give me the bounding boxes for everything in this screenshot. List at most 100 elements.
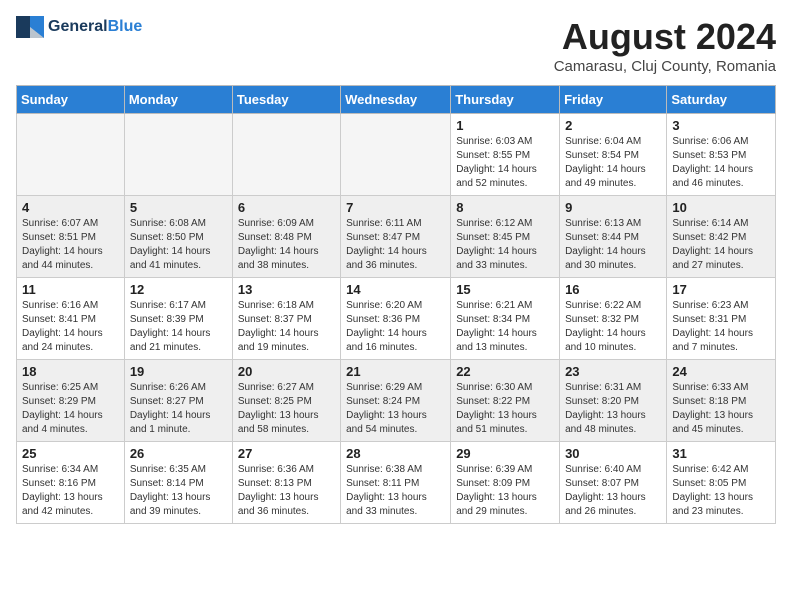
calendar-cell: 20 Sunrise: 6:27 AM Sunset: 8:25 PM Dayli… xyxy=(232,360,340,442)
cell-date-number: 6 xyxy=(238,200,335,215)
calendar-cell xyxy=(232,114,340,196)
calendar-cell: 25 Sunrise: 6:34 AM Sunset: 8:16 PM Dayli… xyxy=(17,442,125,524)
calendar-cell: 12 Sunrise: 6:17 AM Sunset: 8:39 PM Dayli… xyxy=(124,278,232,360)
calendar-cell: 28Sunrise: 6:38 AM Sunset: 8:11 PM Dayli… xyxy=(341,442,451,524)
cell-info: Sunrise: 6:29 AM Sunset: 8:24 PM Dayligh… xyxy=(346,381,445,437)
day-header-sunday: Sunday xyxy=(17,86,125,114)
calendar-week-5: 25 Sunrise: 6:34 AM Sunset: 8:16 PM Dayli… xyxy=(17,442,776,524)
calendar-cell: 30Sunrise: 6:40 AM Sunset: 8:07 PM Dayli… xyxy=(560,442,667,524)
cell-date-number: 18 xyxy=(22,364,119,379)
cell-info: Sunrise: 6:06 AM Sunset: 8:53 PM Dayligh… xyxy=(672,135,770,191)
calendar-cell: 15 Sunrise: 6:21 AM Sunset: 8:34 PM Dayli… xyxy=(451,278,560,360)
calendar-cell: 14 Sunrise: 6:20 AM Sunset: 8:36 PM Dayli… xyxy=(341,278,451,360)
cell-date-number: 4 xyxy=(22,200,119,215)
cell-info: Sunrise: 6:38 AM Sunset: 8:11 PM Dayligh… xyxy=(346,463,445,519)
calendar-cell: 24Sunrise: 6:33 AM Sunset: 8:18 PM Dayli… xyxy=(667,360,776,442)
page-header: GeneralBlue August 2024 Camarasu, Cluj C… xyxy=(16,16,776,75)
day-header-thursday: Thursday xyxy=(451,86,560,114)
cell-date-number: 22 xyxy=(456,364,554,379)
calendar-cell: 23 Sunrise: 6:31 AM Sunset: 8:20 PM Dayli… xyxy=(560,360,667,442)
calendar-week-1: 1 Sunrise: 6:03 AM Sunset: 8:55 PM Daylig… xyxy=(17,114,776,196)
calendar-cell: 4 Sunrise: 6:07 AM Sunset: 8:51 PM Daylig… xyxy=(17,196,125,278)
cell-info: Sunrise: 6:17 AM Sunset: 8:39 PM Dayligh… xyxy=(130,299,227,355)
cell-date-number: 16 xyxy=(565,282,661,297)
cell-date-number: 19 xyxy=(130,364,227,379)
day-header-monday: Monday xyxy=(124,86,232,114)
location-subtitle: Camarasu, Cluj County, Romania xyxy=(554,58,776,75)
calendar-cell: 27 Sunrise: 6:36 AM Sunset: 8:13 PM Dayli… xyxy=(232,442,340,524)
cell-info: Sunrise: 6:27 AM Sunset: 8:25 PM Dayligh… xyxy=(238,381,335,437)
calendar-cell: 13 Sunrise: 6:18 AM Sunset: 8:37 PM Dayli… xyxy=(232,278,340,360)
cell-info: Sunrise: 6:18 AM Sunset: 8:37 PM Dayligh… xyxy=(238,299,335,355)
calendar-cell xyxy=(17,114,125,196)
cell-info: Sunrise: 6:40 AM Sunset: 8:07 PM Dayligh… xyxy=(565,463,661,519)
cell-info: Sunrise: 6:36 AM Sunset: 8:13 PM Dayligh… xyxy=(238,463,335,519)
calendar-cell: 3Sunrise: 6:06 AM Sunset: 8:53 PM Daylig… xyxy=(667,114,776,196)
cell-info: Sunrise: 6:20 AM Sunset: 8:36 PM Dayligh… xyxy=(346,299,445,355)
cell-date-number: 13 xyxy=(238,282,335,297)
cell-info: Sunrise: 6:07 AM Sunset: 8:51 PM Dayligh… xyxy=(22,217,119,273)
cell-info: Sunrise: 6:03 AM Sunset: 8:55 PM Dayligh… xyxy=(456,135,554,191)
cell-date-number: 10 xyxy=(672,200,770,215)
cell-date-number: 15 xyxy=(456,282,554,297)
cell-info: Sunrise: 6:12 AM Sunset: 8:45 PM Dayligh… xyxy=(456,217,554,273)
calendar-week-2: 4 Sunrise: 6:07 AM Sunset: 8:51 PM Daylig… xyxy=(17,196,776,278)
calendar-cell: 22Sunrise: 6:30 AM Sunset: 8:22 PM Dayli… xyxy=(451,360,560,442)
cell-date-number: 2 xyxy=(565,118,661,133)
cell-date-number: 5 xyxy=(130,200,227,215)
cell-info: Sunrise: 6:21 AM Sunset: 8:34 PM Dayligh… xyxy=(456,299,554,355)
cell-info: Sunrise: 6:09 AM Sunset: 8:48 PM Dayligh… xyxy=(238,217,335,273)
cell-date-number: 20 xyxy=(238,364,335,379)
logo-blue: Blue xyxy=(108,18,143,35)
cell-date-number: 23 xyxy=(565,364,661,379)
cell-info: Sunrise: 6:11 AM Sunset: 8:47 PM Dayligh… xyxy=(346,217,445,273)
calendar-cell: 1 Sunrise: 6:03 AM Sunset: 8:55 PM Daylig… xyxy=(451,114,560,196)
day-header-saturday: Saturday xyxy=(667,86,776,114)
cell-date-number: 31 xyxy=(672,446,770,461)
calendar-cell: 26 Sunrise: 6:35 AM Sunset: 8:14 PM Dayli… xyxy=(124,442,232,524)
cell-date-number: 14 xyxy=(346,282,445,297)
cell-info: Sunrise: 6:35 AM Sunset: 8:14 PM Dayligh… xyxy=(130,463,227,519)
cell-date-number: 7 xyxy=(346,200,445,215)
calendar-cell: 29 Sunrise: 6:39 AM Sunset: 8:09 PM Dayli… xyxy=(451,442,560,524)
cell-info: Sunrise: 6:26 AM Sunset: 8:27 PM Dayligh… xyxy=(130,381,227,437)
logo-general: General xyxy=(48,18,108,35)
cell-date-number: 17 xyxy=(672,282,770,297)
cell-info: Sunrise: 6:16 AM Sunset: 8:41 PM Dayligh… xyxy=(22,299,119,355)
cell-date-number: 8 xyxy=(456,200,554,215)
cell-date-number: 1 xyxy=(456,118,554,133)
calendar-cell xyxy=(341,114,451,196)
cell-info: Sunrise: 6:31 AM Sunset: 8:20 PM Dayligh… xyxy=(565,381,661,437)
day-header-wednesday: Wednesday xyxy=(341,86,451,114)
cell-info: Sunrise: 6:34 AM Sunset: 8:16 PM Dayligh… xyxy=(22,463,119,519)
calendar-cell: 21Sunrise: 6:29 AM Sunset: 8:24 PM Dayli… xyxy=(341,360,451,442)
cell-info: Sunrise: 6:14 AM Sunset: 8:42 PM Dayligh… xyxy=(672,217,770,273)
cell-info: Sunrise: 6:39 AM Sunset: 8:09 PM Dayligh… xyxy=(456,463,554,519)
cell-info: Sunrise: 6:25 AM Sunset: 8:29 PM Dayligh… xyxy=(22,381,119,437)
calendar-header-row: SundayMondayTuesdayWednesdayThursdayFrid… xyxy=(17,86,776,114)
calendar-cell: 5Sunrise: 6:08 AM Sunset: 8:50 PM Daylig… xyxy=(124,196,232,278)
calendar-cell: 19 Sunrise: 6:26 AM Sunset: 8:27 PM Dayli… xyxy=(124,360,232,442)
calendar-cell: 16Sunrise: 6:22 AM Sunset: 8:32 PM Dayli… xyxy=(560,278,667,360)
calendar-cell: 31Sunrise: 6:42 AM Sunset: 8:05 PM Dayli… xyxy=(667,442,776,524)
cell-date-number: 12 xyxy=(130,282,227,297)
calendar-week-4: 18 Sunrise: 6:25 AM Sunset: 8:29 PM Dayli… xyxy=(17,360,776,442)
logo-icon xyxy=(16,16,44,38)
calendar-cell: 17 Sunrise: 6:23 AM Sunset: 8:31 PM Dayli… xyxy=(667,278,776,360)
cell-date-number: 27 xyxy=(238,446,335,461)
cell-info: Sunrise: 6:13 AM Sunset: 8:44 PM Dayligh… xyxy=(565,217,661,273)
cell-date-number: 9 xyxy=(565,200,661,215)
calendar-table: SundayMondayTuesdayWednesdayThursdayFrid… xyxy=(16,85,776,524)
cell-date-number: 29 xyxy=(456,446,554,461)
calendar-cell: 10 Sunrise: 6:14 AM Sunset: 8:42 PM Dayli… xyxy=(667,196,776,278)
cell-info: Sunrise: 6:04 AM Sunset: 8:54 PM Dayligh… xyxy=(565,135,661,191)
day-header-tuesday: Tuesday xyxy=(232,86,340,114)
cell-date-number: 26 xyxy=(130,446,227,461)
cell-info: Sunrise: 6:33 AM Sunset: 8:18 PM Dayligh… xyxy=(672,381,770,437)
cell-info: Sunrise: 6:23 AM Sunset: 8:31 PM Dayligh… xyxy=(672,299,770,355)
title-block: August 2024 Camarasu, Cluj County, Roman… xyxy=(554,16,776,75)
calendar-cell xyxy=(124,114,232,196)
cell-date-number: 25 xyxy=(22,446,119,461)
cell-date-number: 11 xyxy=(22,282,119,297)
calendar-cell: 6 Sunrise: 6:09 AM Sunset: 8:48 PM Daylig… xyxy=(232,196,340,278)
